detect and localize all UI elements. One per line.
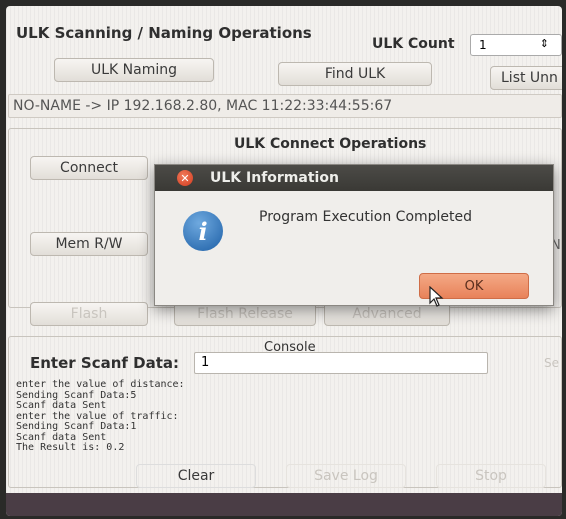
bottom-panel [6,493,562,516]
close-icon[interactable]: ✕ [177,170,193,186]
ulk-information-dialog: ✕ ULK Information i Program Execution Co… [154,164,554,306]
dialog-title: ULK Information [210,170,339,186]
console-line: Scanf data Sent [16,400,107,411]
send-button[interactable]: Se [544,356,559,370]
chevron-up-down-icon[interactable]: ⇕ [540,37,549,50]
device-list[interactable]: NO-NAME -> IP 192.168.2.80, MAC 11:22:33… [8,94,562,118]
app-window: ULK Scanning / Naming Operations ULK Cou… [6,6,562,516]
stop-button[interactable]: Stop [436,464,546,488]
console-output: enter the value of distance: Sending Sca… [16,379,185,454]
scanning-section-title: ULK Scanning / Naming Operations [16,24,312,42]
ulk-count-label: ULK Count [372,36,455,52]
mem-rw-button[interactable]: Mem R/W [30,232,148,256]
list-unnamed-button[interactable]: List Unn [490,66,562,90]
connect-section-title: ULK Connect Operations [234,136,427,152]
mouse-pointer-icon [429,286,444,307]
connect-button[interactable]: Connect [30,156,148,180]
ulk-count-value: 1 [479,38,487,52]
console-line: enter the value of distance: [16,379,185,390]
info-icon: i [183,211,223,251]
scanf-input[interactable]: 1 [194,352,488,374]
scanf-label: Enter Scanf Data: [30,354,179,372]
find-ulk-button[interactable]: Find ULK [278,62,432,86]
flash-button[interactable]: Flash [30,302,148,326]
dialog-titlebar: ✕ ULK Information [155,165,553,191]
console-line: The Result is: 0.2 [16,442,125,453]
save-log-button[interactable]: Save Log [286,464,406,488]
ulk-count-spinner[interactable]: 1 ⇕ [470,34,562,56]
ulk-naming-button[interactable]: ULK Naming [54,58,214,82]
clear-button[interactable]: Clear [136,464,256,488]
device-list-item[interactable]: NO-NAME -> IP 192.168.2.80, MAC 11:22:33… [13,98,392,114]
dialog-message: Program Execution Completed [259,209,473,225]
scanf-input-value: 1 [201,355,210,370]
console-line: Sending Scanf Data:1 [16,421,137,432]
